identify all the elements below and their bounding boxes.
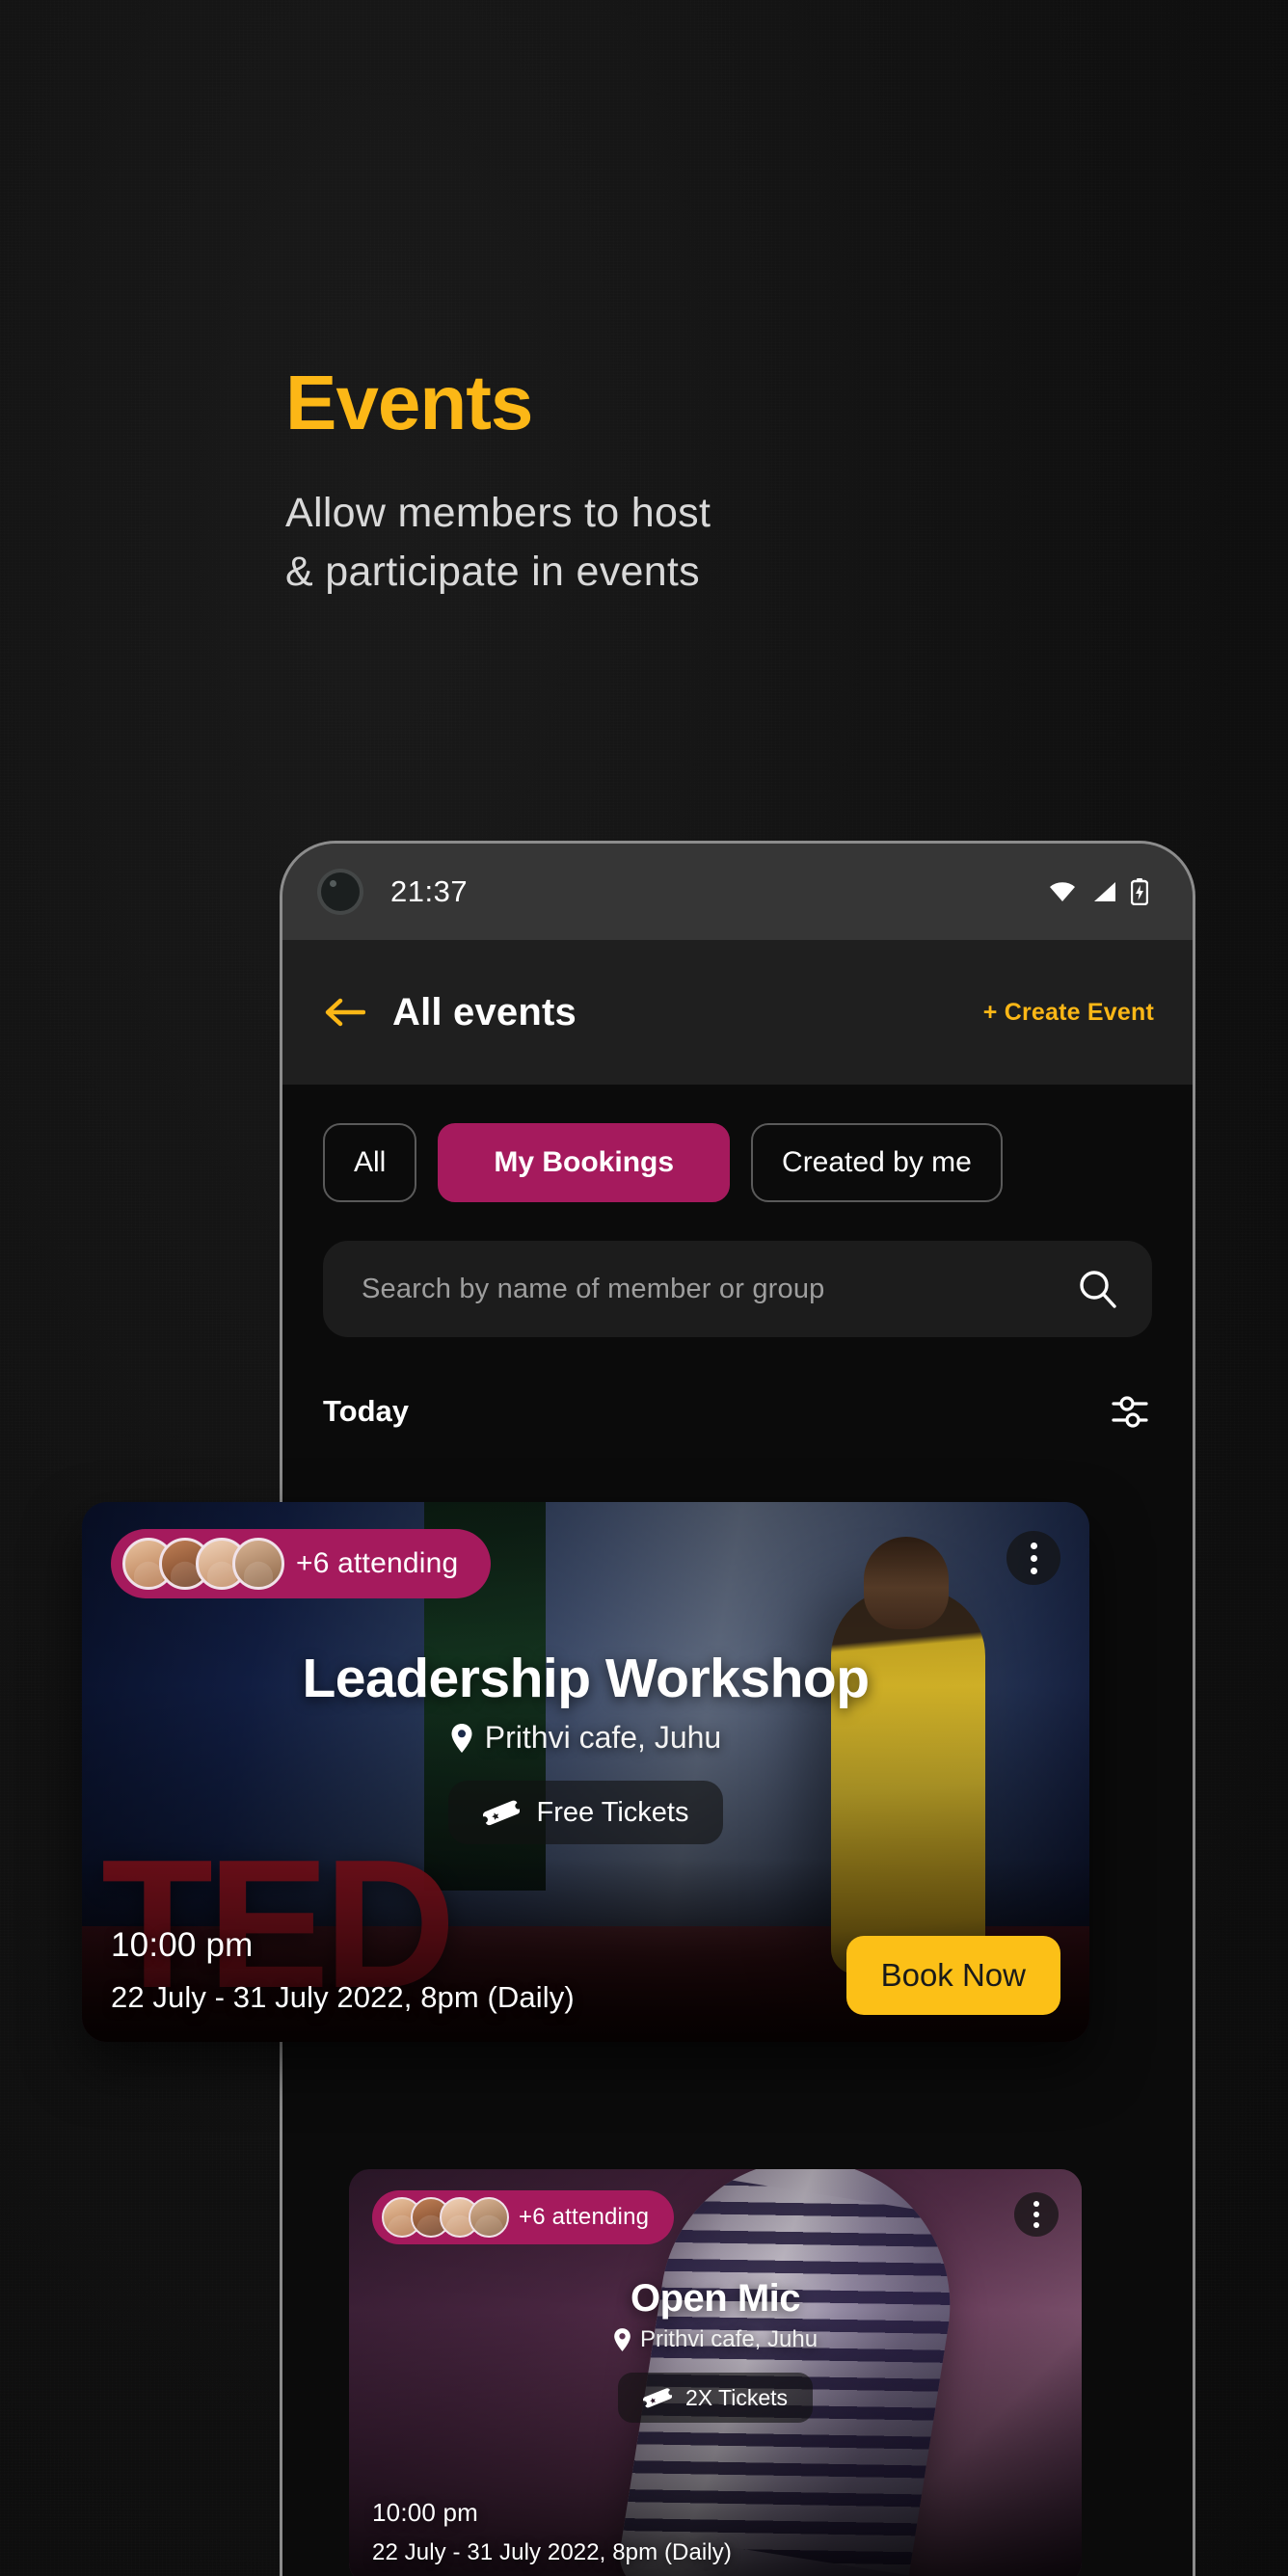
attendee-avatars — [382, 2197, 509, 2238]
app-bar: All events + Create Event — [282, 940, 1193, 1085]
ticket-icon — [482, 1798, 520, 1827]
event-card-content: +6 attending Open Mic Prithvi cafe, Juhu — [349, 2169, 1082, 2576]
attending-badge[interactable]: +6 attending — [372, 2190, 675, 2244]
event-schedule: 10:00 pm 22 July - 31 July 2022, 8pm (Da… — [111, 1926, 575, 2015]
promo-screenshot: Events Allow members to host & participa… — [0, 0, 1288, 2576]
event-time: 10:00 pm — [111, 1926, 254, 1964]
event-card-open-mic[interactable]: +6 attending Open Mic Prithvi cafe, Juhu — [349, 2169, 1082, 2576]
search-bar[interactable]: Search by name of member or group — [323, 1241, 1152, 1337]
event-title: Open Mic — [630, 2277, 801, 2320]
event-schedule: 10:00 pm 22 July - 31 July 2022, 8pm (Da… — [372, 2498, 732, 2566]
filter-sliders-icon[interactable] — [1108, 1389, 1152, 1434]
event-headline-block: Leadership Workshop Prithvi cafe, Juhu F… — [82, 1647, 1089, 1844]
avatar — [232, 1538, 284, 1590]
battery-icon — [1130, 878, 1149, 906]
search-input[interactable]: Search by name of member or group — [362, 1274, 825, 1305]
attending-badge[interactable]: +6 attending — [111, 1529, 492, 1598]
attendee-avatars — [122, 1538, 284, 1590]
event-venue-label: Prithvi cafe, Juhu — [484, 1720, 722, 1755]
hero-subtitle-line-1: Allow members to host — [285, 490, 711, 536]
status-bar-icons — [1048, 878, 1149, 906]
event-card-content: +6 attending Leadership Workshop Prithvi… — [82, 1502, 1089, 2042]
hero-subtitle: Allow members to host & participate in e… — [285, 484, 1153, 602]
event-headline-block: Open Mic Prithvi cafe, Juhu 2X Tickets — [349, 2277, 1082, 2423]
ticket-badge[interactable]: Free Tickets — [447, 1781, 724, 1844]
event-time: 10:00 pm — [372, 2498, 479, 2527]
section-today: Today — [282, 1337, 1193, 1434]
ticket-label: 2X Tickets — [684, 2384, 789, 2410]
kebab-menu-icon[interactable] — [1014, 2192, 1059, 2237]
hero-subtitle-line-2: & participate in events — [285, 549, 700, 596]
hero-copy: Events Allow members to host & participa… — [285, 364, 1153, 602]
event-venue: Prithvi cafe, Juhu — [82, 1720, 1089, 1756]
status-bar-clock: 21:37 — [390, 874, 469, 908]
tab-created-by-me[interactable]: Created by me — [751, 1123, 1003, 1202]
signal-icon — [1090, 880, 1117, 903]
event-card-footer: 10:00 pm 22 July - 31 July 2022, 8pm (Da… — [111, 1926, 1060, 2015]
event-venue: Prithvi cafe, Juhu — [349, 2326, 1082, 2353]
ticket-badge[interactable]: 2X Tickets — [617, 2373, 814, 2423]
location-pin-icon — [450, 1723, 473, 1754]
ticket-icon — [642, 2386, 673, 2409]
event-card-leadership-workshop[interactable]: TED +6 attending Leadership Workshop — [82, 1502, 1089, 2042]
book-now-button[interactable]: Book Now — [845, 1936, 1060, 2015]
attending-label: +6 attending — [519, 2204, 650, 2230]
event-title: Leadership Workshop — [302, 1648, 870, 1709]
location-pin-icon — [613, 2327, 631, 2352]
arrow-left-icon[interactable] — [323, 996, 366, 1029]
attending-label: +6 attending — [296, 1547, 459, 1579]
avatar — [469, 2197, 509, 2238]
front-camera-punch-hole — [321, 872, 360, 911]
tab-all[interactable]: All — [323, 1123, 417, 1202]
filter-tabs: All My Bookings Created by me — [282, 1085, 1193, 1202]
event-venue-label: Prithvi cafe, Juhu — [639, 2326, 818, 2352]
status-bar: 21:37 — [282, 844, 1193, 940]
event-card-footer: 10:00 pm 22 July - 31 July 2022, 8pm (Da… — [372, 2498, 1059, 2566]
app-bar-title: All events — [392, 990, 577, 1033]
event-date-range: 22 July - 31 July 2022, 8pm (Daily) — [372, 2539, 732, 2565]
page-title: Events — [285, 360, 533, 445]
wifi-icon — [1048, 880, 1077, 903]
tab-my-bookings[interactable]: My Bookings — [438, 1123, 731, 1202]
event-date-range: 22 July - 31 July 2022, 8pm (Daily) — [111, 1980, 575, 2014]
section-title-today: Today — [323, 1394, 409, 1428]
search-icon[interactable] — [1075, 1267, 1119, 1311]
kebab-menu-icon[interactable] — [1006, 1531, 1060, 1585]
ticket-label: Free Tickets — [536, 1796, 689, 1828]
create-event-button[interactable]: + Create Event — [983, 999, 1154, 1027]
